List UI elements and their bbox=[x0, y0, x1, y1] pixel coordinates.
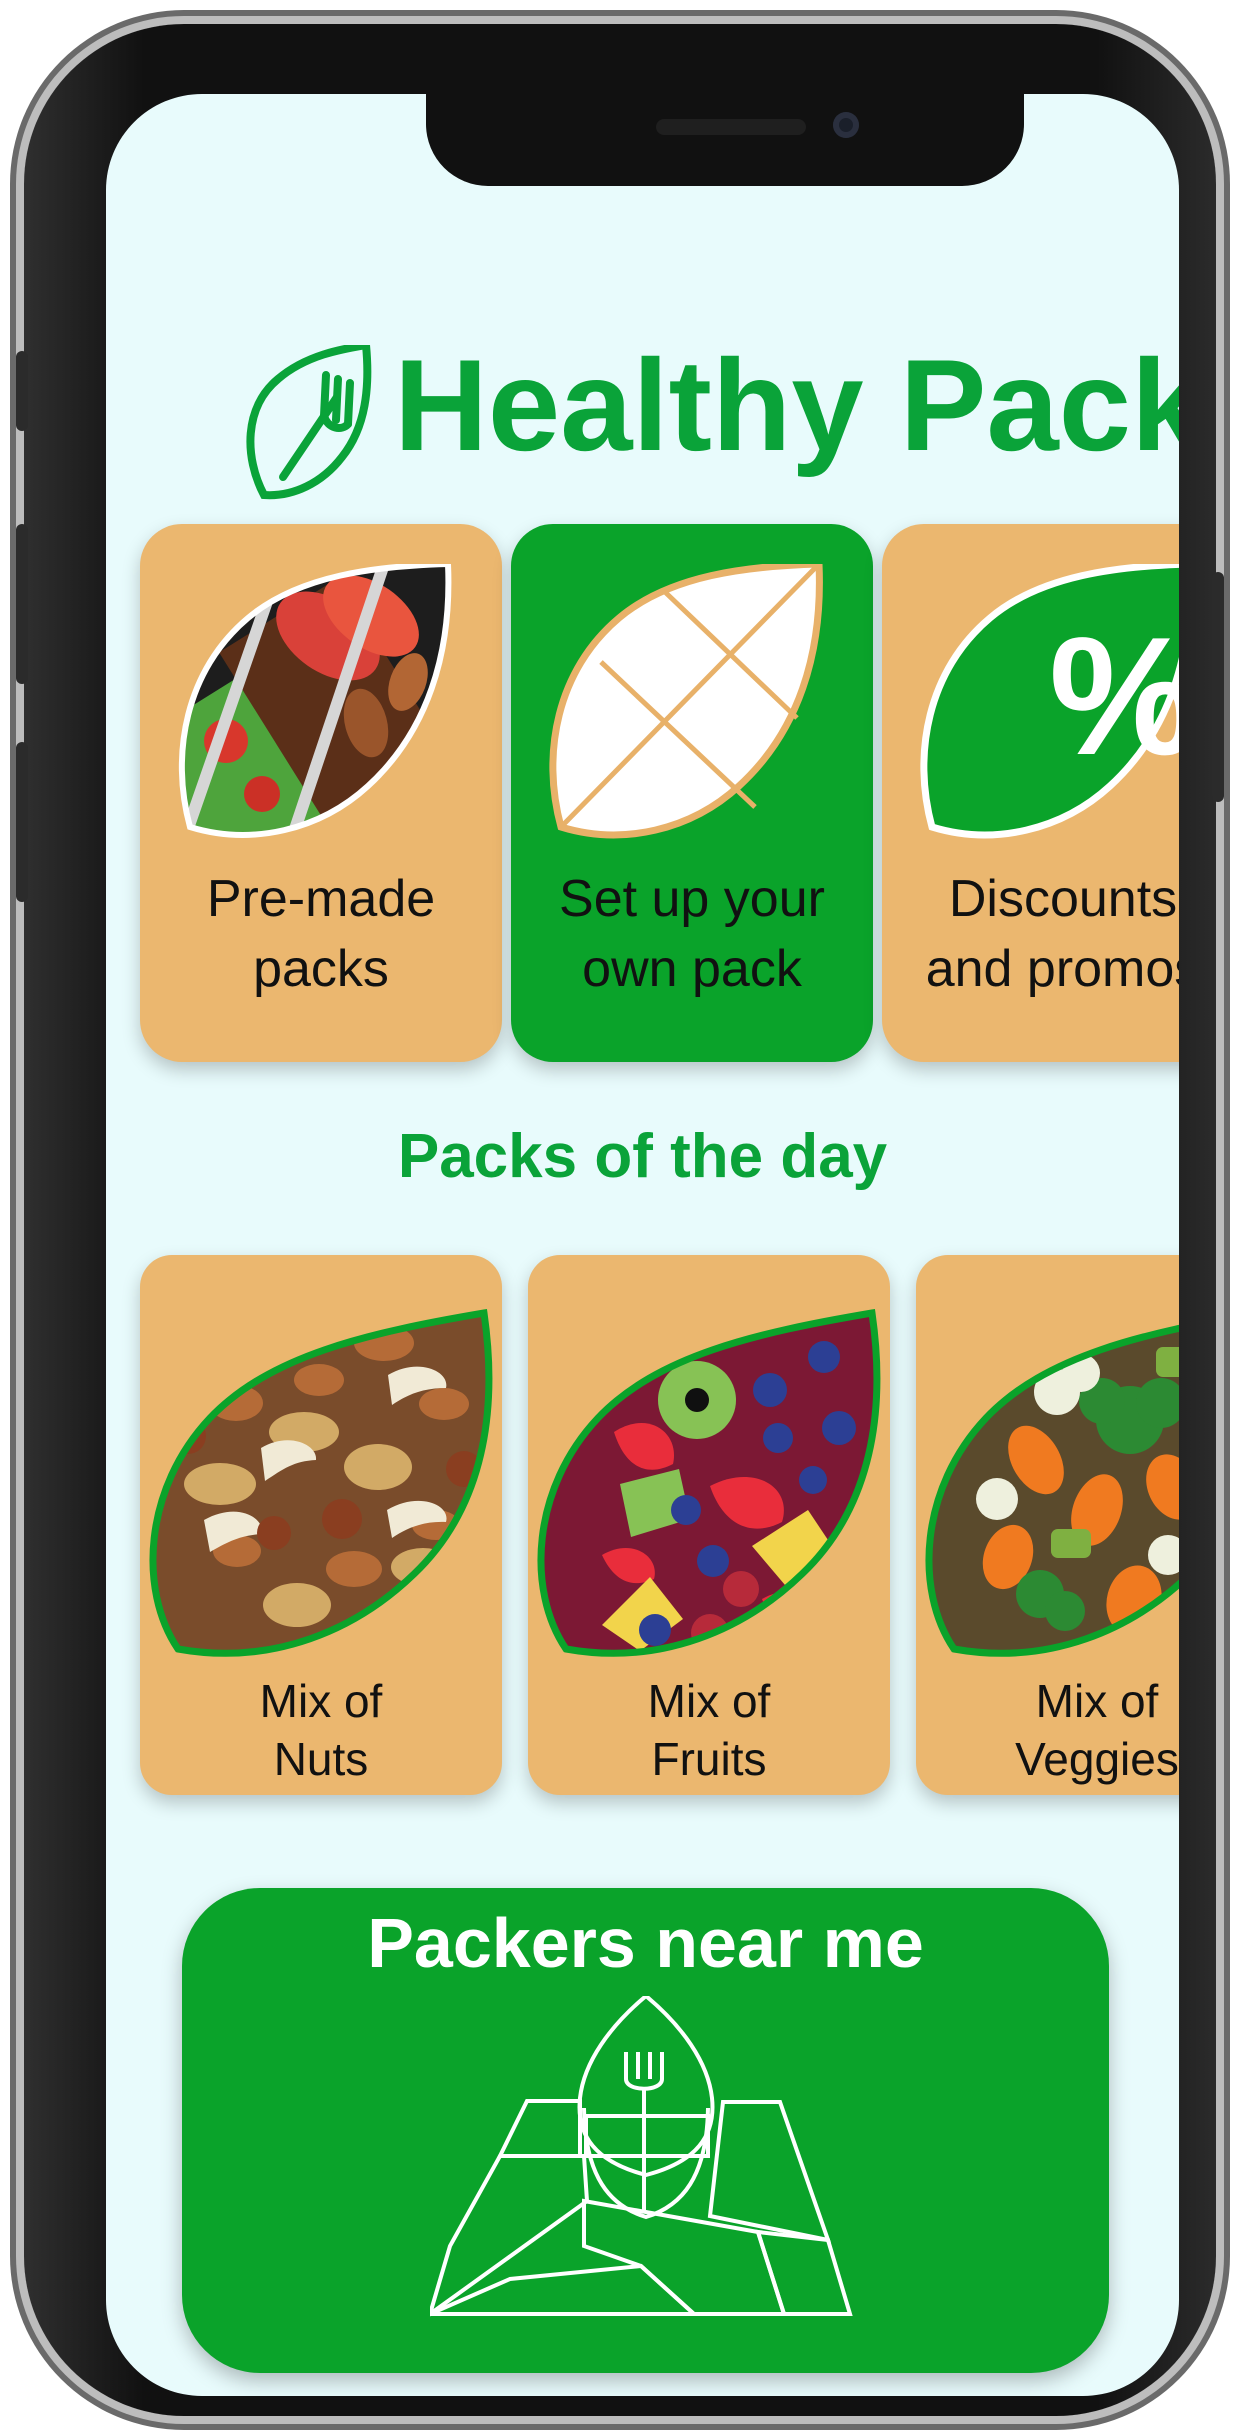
quick-action-custom-pack[interactable]: Set up your own pack bbox=[511, 524, 873, 1062]
app-screen: Healthy Pack Pre-made packs Set up your … bbox=[106, 94, 1179, 2396]
packers-near-me-card[interactable]: Packers near me bbox=[182, 1888, 1109, 2373]
speaker-grill bbox=[656, 119, 806, 135]
quick-action-premade-packs[interactable]: Pre-made packs bbox=[140, 524, 502, 1062]
leaf-fork-icon bbox=[246, 345, 372, 500]
phone-notch bbox=[426, 94, 1024, 186]
quick-action-label: Set up your own pack bbox=[559, 870, 825, 998]
custom-pack-leaf-icon bbox=[549, 564, 823, 839]
salad-leaf-icon bbox=[178, 564, 452, 838]
pack-label: Mix of Veggies bbox=[1015, 1675, 1179, 1785]
phone-side-button-right bbox=[1212, 572, 1224, 802]
quick-action-label: Discounts and promos bbox=[925, 870, 1179, 998]
map-location-fork-icon bbox=[430, 1996, 853, 2317]
app-title: Healthy Pack bbox=[394, 332, 1179, 478]
pack-card-veggies[interactable]: Mix of Veggies bbox=[916, 1255, 1179, 1795]
nuts-mix-icon bbox=[149, 1308, 493, 1657]
veggie-mix-icon bbox=[925, 1313, 1179, 1657]
packs-section-title: Packs of the day bbox=[397, 1122, 888, 1191]
phone-side-button-left-bottom bbox=[16, 742, 28, 902]
pack-card-fruits[interactable]: Mix of Fruits bbox=[528, 1255, 890, 1795]
fruit-mix-icon bbox=[537, 1308, 881, 1657]
quick-action-discounts-promos[interactable]: % Discounts and promos bbox=[882, 524, 1179, 1062]
percent-leaf-icon: % bbox=[920, 564, 1179, 839]
pack-card-nuts[interactable]: Mix of Nuts bbox=[140, 1255, 502, 1795]
quick-action-label: Pre-made packs bbox=[206, 870, 436, 998]
svg-text:%: % bbox=[1049, 602, 1179, 790]
phone-side-button-left-middle bbox=[16, 524, 28, 684]
front-camera bbox=[833, 112, 859, 138]
pack-label: Mix of Fruits bbox=[647, 1675, 771, 1785]
phone-frame: Healthy Pack Pre-made packs Set up your … bbox=[16, 24, 1224, 2416]
brand-header: Healthy Pack bbox=[244, 330, 1179, 520]
phone-side-button-left-top bbox=[16, 351, 28, 431]
packers-near-me-title: Packers near me bbox=[367, 1904, 924, 1982]
pack-label: Mix of Nuts bbox=[259, 1675, 383, 1785]
